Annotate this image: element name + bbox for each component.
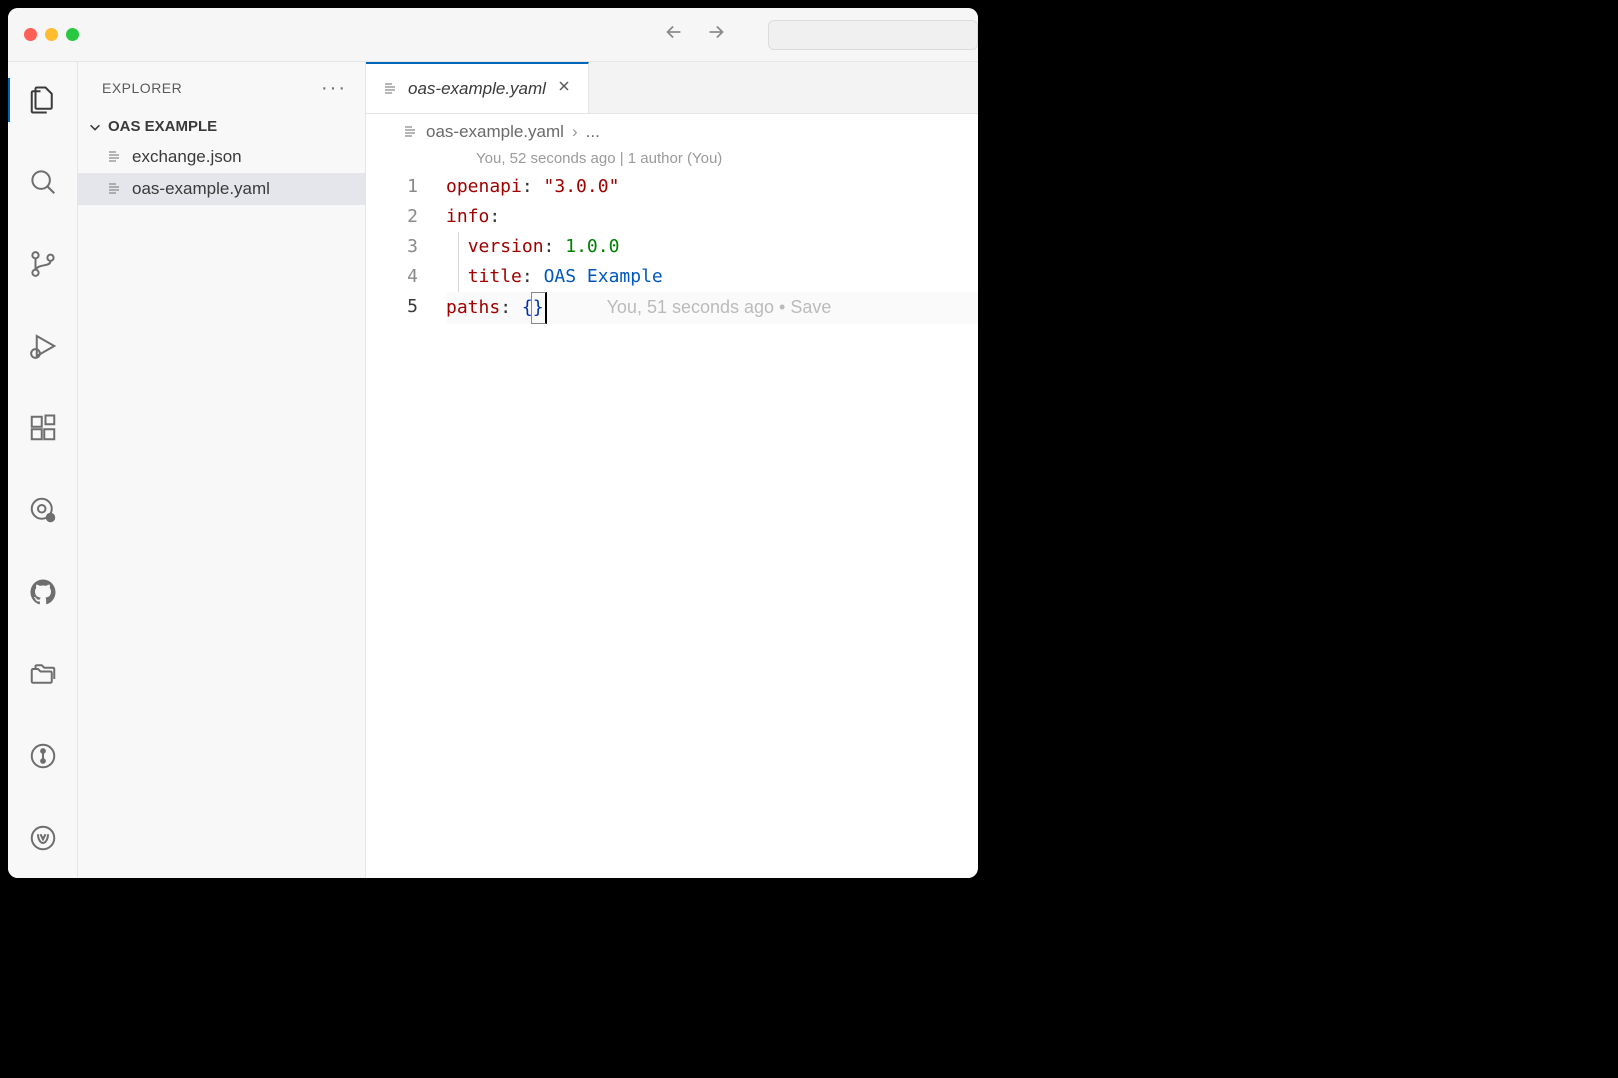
run-debug-activity[interactable] <box>8 320 78 372</box>
line-number: 1 <box>396 172 446 202</box>
code-line-1[interactable]: 1 openapi: "3.0.0" <box>396 172 978 202</box>
source-control-activity[interactable] <box>8 238 78 290</box>
close-icon <box>556 78 572 94</box>
file-icon <box>106 181 122 197</box>
tab-oas-example[interactable]: oas-example.yaml <box>366 62 589 113</box>
mulesoft-activity[interactable] <box>8 812 78 864</box>
breadcrumb-file[interactable]: oas-example.yaml <box>426 122 564 142</box>
nav-back-icon[interactable] <box>663 21 685 48</box>
file-label: exchange.json <box>132 147 242 167</box>
git-blame-header: You, 52 seconds ago | 1 author (You) <box>396 146 978 172</box>
minimize-window-button[interactable] <box>45 28 58 41</box>
breadcrumb-rest[interactable]: ... <box>586 122 600 142</box>
gitlens-icon <box>28 495 58 525</box>
folders-icon <box>28 659 58 689</box>
sidebar-title: EXPLORER <box>102 80 182 96</box>
gitlens-activity[interactable] <box>8 484 78 536</box>
code-line-4[interactable]: 4 title: OAS Example <box>396 262 978 292</box>
folder-name: OAS EXAMPLE <box>108 118 217 135</box>
search-icon <box>28 167 58 197</box>
command-center-input[interactable] <box>768 20 978 50</box>
nav-forward-icon[interactable] <box>705 21 727 48</box>
window-controls <box>24 28 79 41</box>
sidebar-header: EXPLORER ··· <box>78 62 365 114</box>
sidebar-more-icon[interactable]: ··· <box>321 77 347 100</box>
chevron-right-icon: › <box>572 122 578 142</box>
app-window: EXPLORER ··· OAS EXAMPLE exchange.json <box>8 8 978 878</box>
git-blame-inline: You, 51 seconds ago • Save <box>547 297 832 317</box>
maximize-window-button[interactable] <box>66 28 79 41</box>
line-number: 5 <box>396 292 446 324</box>
tab-label: oas-example.yaml <box>408 79 546 99</box>
branch-icon <box>28 249 58 279</box>
explorer-activity[interactable] <box>8 74 78 126</box>
extensions-activity[interactable] <box>8 402 78 454</box>
titlebar[interactable] <box>8 8 978 62</box>
github-activity[interactable] <box>8 566 78 618</box>
code-editor[interactable]: You, 52 seconds ago | 1 author (You) 1 o… <box>366 146 978 878</box>
activity-bar <box>8 62 78 878</box>
editor-area: oas-example.yaml oas-example.yaml › ... … <box>366 62 978 878</box>
explorer-sidebar: EXPLORER ··· OAS EXAMPLE exchange.json <box>78 62 366 878</box>
close-tab-button[interactable] <box>556 78 572 99</box>
commits-activity[interactable] <box>8 730 78 782</box>
close-window-button[interactable] <box>24 28 37 41</box>
nav-arrows <box>663 21 727 48</box>
folders-activity[interactable] <box>8 648 78 700</box>
file-label: oas-example.yaml <box>132 179 270 199</box>
commit-graph-icon <box>28 741 58 771</box>
cursor: } <box>531 292 547 324</box>
chevron-down-icon <box>88 120 102 134</box>
line-number: 2 <box>396 202 446 232</box>
code-line-3[interactable]: 3 version: 1.0.0 <box>396 232 978 262</box>
file-icon <box>382 81 398 97</box>
extensions-icon <box>28 413 58 443</box>
folder-root[interactable]: OAS EXAMPLE <box>78 114 365 139</box>
breadcrumbs[interactable]: oas-example.yaml › ... <box>366 114 978 146</box>
play-bug-icon <box>28 331 58 361</box>
github-icon <box>28 577 58 607</box>
search-activity[interactable] <box>8 156 78 208</box>
files-icon <box>28 85 58 115</box>
mulesoft-icon <box>28 823 58 853</box>
file-icon <box>106 149 122 165</box>
file-icon <box>402 124 418 140</box>
file-item-exchange[interactable]: exchange.json <box>78 141 365 173</box>
line-number: 3 <box>396 232 446 262</box>
code-line-2[interactable]: 2 info: <box>396 202 978 232</box>
file-tree: exchange.json oas-example.yaml <box>78 139 365 205</box>
code-line-5[interactable]: 5 paths: {}You, 51 seconds ago • Save <box>396 292 978 324</box>
file-item-oas-example[interactable]: oas-example.yaml <box>78 173 365 205</box>
tab-bar: oas-example.yaml <box>366 62 978 114</box>
line-number: 4 <box>396 262 446 292</box>
